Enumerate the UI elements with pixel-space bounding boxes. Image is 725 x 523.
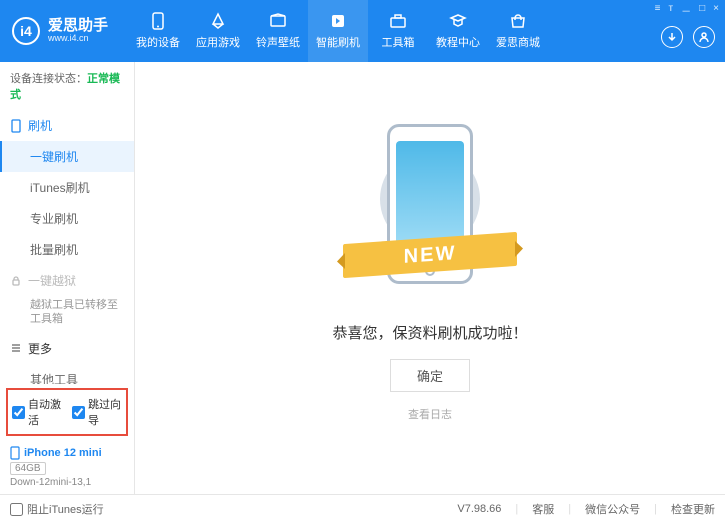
device-model: Down-12mini-13,1: [10, 477, 124, 488]
titlebar: i4 爱思助手 www.i4.cn 我的设备 应用游戏 铃声壁纸 智能刷机 工具…: [0, 0, 725, 62]
user-icons: [661, 26, 715, 48]
version-label: V7.98.66: [457, 503, 501, 515]
apps-icon: [209, 12, 227, 30]
options-row: 自动激活 跳过向导: [6, 388, 128, 436]
jailbreak-note: 越狱工具已转移至工具箱: [0, 296, 134, 333]
tree-head-flash[interactable]: 刷机: [0, 110, 134, 141]
wechat-link[interactable]: 微信公众号: [585, 501, 640, 517]
close-icon[interactable]: ×: [713, 3, 719, 18]
tutorial-icon: [449, 12, 467, 30]
minimize-icon[interactable]: －: [681, 3, 691, 18]
nav-flash[interactable]: 智能刷机: [308, 0, 368, 62]
sidebar-item-itunes[interactable]: iTunes刷机: [0, 172, 134, 203]
toolbox-icon: [389, 12, 407, 30]
nav-toolbox[interactable]: 工具箱: [368, 0, 428, 62]
download-button[interactable]: [661, 26, 683, 48]
tree-head-jailbreak: 一键越狱: [0, 265, 134, 296]
flash-icon: [329, 12, 347, 30]
device-block[interactable]: iPhone 12 mini 64GB Down-12mini-13,1: [0, 440, 134, 494]
block-itunes-checkbox[interactable]: 阻止iTunes运行: [10, 501, 104, 517]
lock-icon: [10, 275, 22, 287]
sidebar-item-pro[interactable]: 专业刷机: [0, 203, 134, 234]
app-logo: i4 爱思助手 www.i4.cn: [0, 17, 120, 45]
device-icon: [10, 446, 20, 460]
service-link[interactable]: 客服: [532, 501, 554, 517]
nav-ringtone[interactable]: 铃声壁纸: [248, 0, 308, 62]
store-icon: [509, 12, 527, 30]
sidebar: 设备连接状态：正常模式 刷机 一键刷机 iTunes刷机 专业刷机 批量刷机 一…: [0, 62, 135, 494]
logo-icon: i4: [12, 17, 40, 45]
window-controls: ≡ ᴛ － □ ×: [655, 3, 719, 18]
maximize-icon[interactable]: □: [699, 3, 705, 18]
view-log-link[interactable]: 查看日志: [408, 406, 452, 422]
auto-activate-checkbox[interactable]: 自动激活: [12, 396, 62, 428]
skip-guide-checkbox[interactable]: 跳过向导: [72, 396, 122, 428]
nav-tutorial[interactable]: 教程中心: [428, 0, 488, 62]
nav-store[interactable]: 爱思商城: [488, 0, 548, 62]
nav-my-devices[interactable]: 我的设备: [128, 0, 188, 62]
success-message: 恭喜您，保资料刷机成功啦！: [332, 322, 527, 343]
more-icon: [10, 342, 22, 354]
tree-head-more[interactable]: 更多: [0, 333, 134, 364]
phone-icon: [149, 12, 167, 30]
update-link[interactable]: 检查更新: [671, 501, 715, 517]
menu-icon[interactable]: ≡: [655, 3, 661, 18]
app-url: www.i4.cn: [48, 34, 108, 44]
new-banner: NEW: [343, 232, 517, 278]
device-storage: 64GB: [10, 462, 46, 475]
skin-icon[interactable]: ᴛ: [669, 3, 674, 18]
success-illustration: NEW: [355, 114, 505, 304]
main-panel: NEW 恭喜您，保资料刷机成功啦！ 确定 查看日志: [135, 62, 725, 494]
ok-button[interactable]: 确定: [390, 359, 470, 392]
device-name: iPhone 12 mini: [10, 446, 124, 460]
app-name: 爱思助手: [48, 18, 108, 35]
nav-apps[interactable]: 应用游戏: [188, 0, 248, 62]
sidebar-item-oneclick[interactable]: 一键刷机: [0, 141, 134, 172]
footer: 阻止iTunes运行 V7.98.66| 客服| 微信公众号| 检查更新: [0, 494, 725, 523]
account-button[interactable]: [693, 26, 715, 48]
main-nav: 我的设备 应用游戏 铃声壁纸 智能刷机 工具箱 教程中心 爱思商城: [128, 0, 548, 62]
connection-status: 设备连接状态：正常模式: [0, 62, 134, 110]
phone-icon: [10, 119, 22, 133]
sidebar-item-batch[interactable]: 批量刷机: [0, 234, 134, 265]
wallpaper-icon: [269, 12, 287, 30]
sidebar-item-other[interactable]: 其他工具: [0, 364, 134, 384]
